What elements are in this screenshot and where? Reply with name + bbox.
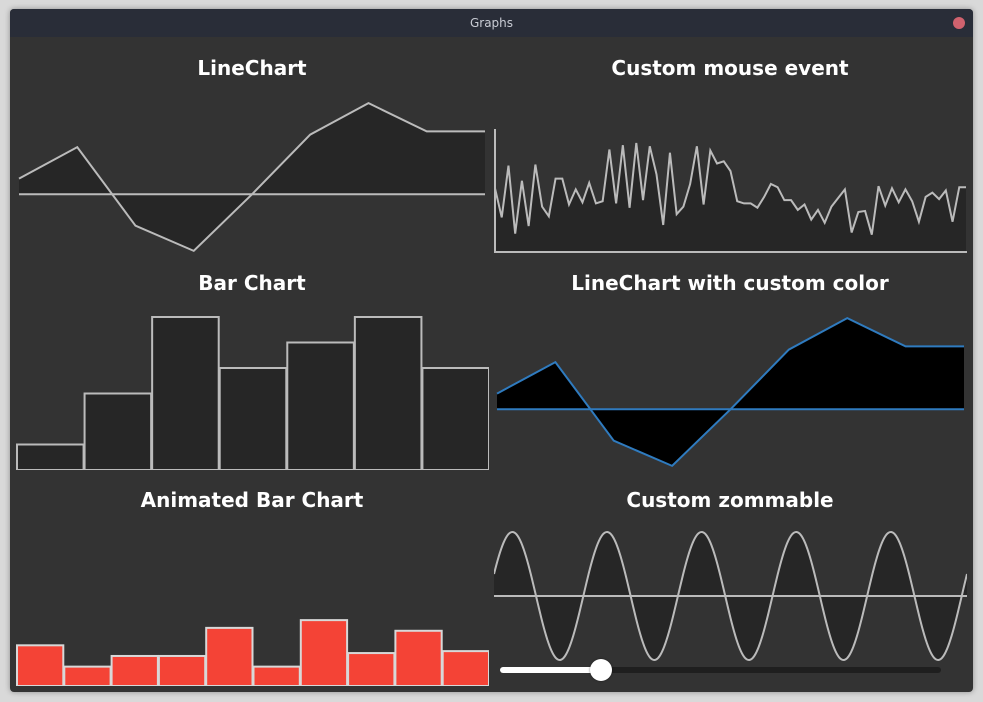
graphs-window: Graphs LineChart Custom mouse event Bar …	[10, 9, 973, 692]
barchart-bar-2	[151, 316, 220, 470]
animated-bar-7	[347, 652, 396, 686]
animated-bar-title: Animated Bar Chart	[140, 488, 364, 512]
barchart-bar-3	[218, 367, 288, 470]
animated-bar-4	[205, 626, 254, 686]
mouse-event-title: Custom mouse event	[611, 56, 849, 80]
animated-bar-5	[252, 665, 301, 686]
linechart-title: LineChart	[197, 56, 307, 80]
window-title: Graphs	[469, 16, 514, 30]
barchart-bar-1	[83, 392, 153, 470]
animated-bar-9	[441, 650, 489, 686]
zoomable-title: Custom zommable	[626, 488, 834, 512]
animated-bar-8	[394, 629, 443, 686]
mouse-event-area	[495, 143, 966, 253]
linechart-plot[interactable]	[16, 97, 488, 257]
custom-color-plot[interactable]	[494, 312, 967, 472]
title-bar[interactable]: Graphs	[10, 9, 973, 37]
barchart-title: Bar Chart	[198, 271, 306, 295]
barchart-plot[interactable]	[16, 315, 489, 470]
mouse-event-plot[interactable]	[494, 129, 967, 253]
animated-bar-2	[110, 654, 159, 686]
zoom-slider[interactable]	[500, 659, 941, 681]
barchart-bar-4	[286, 341, 355, 470]
slider-fill	[500, 667, 602, 673]
barchart-bar-6	[421, 367, 489, 470]
animated-bar-3	[157, 654, 207, 686]
barchart-bar-5	[353, 316, 423, 470]
zoomable-plot[interactable]	[494, 529, 967, 663]
animated-bar-0	[16, 644, 65, 686]
animated-bar-plot[interactable]	[16, 529, 489, 686]
animated-bar-1	[63, 665, 112, 686]
close-icon[interactable]	[953, 17, 965, 29]
animated-bar-6	[299, 619, 349, 686]
barchart-bar-0	[16, 443, 85, 470]
custom-color-title: LineChart with custom color	[571, 271, 889, 295]
